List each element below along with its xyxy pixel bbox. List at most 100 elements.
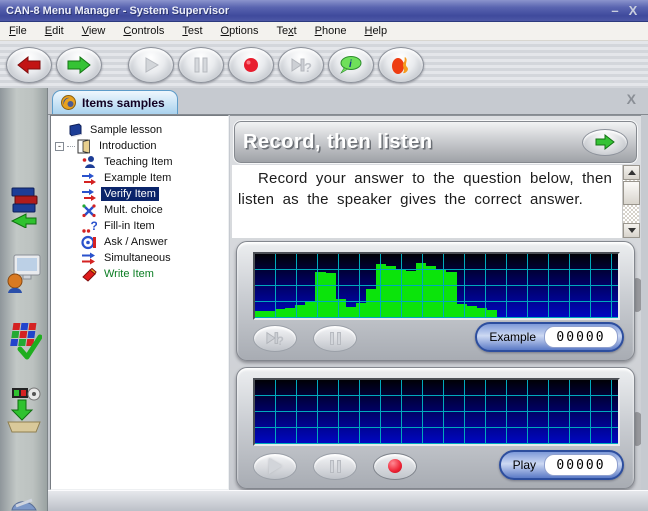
next-item-button[interactable] bbox=[582, 128, 628, 156]
workstation-icon[interactable] bbox=[6, 251, 42, 293]
title-bar: CAN-8 Menu Manager - System Supervisor –… bbox=[0, 0, 648, 22]
pause-icon bbox=[329, 331, 341, 345]
play-label: Play bbox=[512, 458, 536, 472]
ask-answer-icon bbox=[81, 235, 96, 249]
tree-item-sample-lesson[interactable]: Sample lesson bbox=[51, 122, 228, 138]
example-counter: Example 00000 bbox=[475, 322, 624, 352]
pause-icon bbox=[194, 57, 208, 72]
student-waveform-bars bbox=[255, 380, 618, 444]
lesson-books-icon[interactable] bbox=[6, 184, 42, 229]
menu-options[interactable]: Options bbox=[212, 23, 268, 39]
skip-question-button-toolbar: ? bbox=[278, 46, 324, 83]
svg-text:?: ? bbox=[277, 335, 284, 347]
skip-question-icon: ? bbox=[266, 331, 284, 347]
tree-item-introduction[interactable]: - Introduction bbox=[51, 138, 228, 154]
record-button-toolbar[interactable] bbox=[228, 46, 274, 83]
inner-close-button[interactable]: X bbox=[627, 91, 636, 107]
menu-file[interactable]: File bbox=[0, 23, 36, 39]
content-body: Sample lesson - Introduction Teaching It… bbox=[48, 114, 648, 511]
instruction-text: Record your answer to the question below… bbox=[238, 170, 613, 209]
item-header: Record, then listen bbox=[233, 120, 638, 164]
blue-red-arrows-icon bbox=[82, 188, 96, 201]
teaching-person-icon bbox=[82, 155, 95, 168]
example-waveform-display bbox=[253, 252, 620, 320]
student-waveform-display bbox=[253, 378, 620, 446]
sound-flame-icon bbox=[392, 56, 408, 74]
eraser-icon bbox=[82, 267, 97, 282]
sound-button[interactable] bbox=[378, 46, 424, 83]
student-pause-button bbox=[313, 452, 357, 480]
svg-text:?: ? bbox=[91, 219, 98, 233]
play-counter: Play 00000 bbox=[498, 450, 624, 480]
text-scrollbar[interactable] bbox=[622, 165, 640, 238]
info-button[interactable]: i bbox=[328, 46, 374, 83]
menu-view[interactable]: View bbox=[73, 23, 115, 39]
planner-grid-icon[interactable] bbox=[6, 319, 43, 360]
book-icon bbox=[69, 122, 82, 137]
menu-edit[interactable]: Edit bbox=[36, 23, 73, 39]
window-title: CAN-8 Menu Manager - System Supervisor bbox=[6, 4, 230, 17]
left-sidebar bbox=[0, 88, 48, 511]
item-title: Record, then listen bbox=[243, 130, 433, 153]
lesson-tree: Sample lesson - Introduction Teaching It… bbox=[50, 115, 229, 490]
main-toolbar: ? i bbox=[0, 41, 648, 88]
down-arrow-icon bbox=[627, 228, 636, 233]
tree-item-fill-in[interactable]: ? Fill-in Item bbox=[51, 218, 228, 234]
tree-item-teaching[interactable]: Teaching Item bbox=[51, 154, 228, 170]
tree-item-example[interactable]: Example Item bbox=[51, 170, 228, 186]
app-window: CAN-8 Menu Manager - System Supervisor –… bbox=[0, 0, 648, 511]
tool-partial-icon[interactable] bbox=[6, 476, 42, 511]
info-bubble-icon: i bbox=[340, 55, 362, 74]
tab-label: Items samples bbox=[82, 95, 165, 110]
minimize-button[interactable]: – bbox=[606, 3, 624, 18]
skip-question-icon: ? bbox=[291, 57, 312, 75]
close-button[interactable]: X bbox=[624, 3, 642, 18]
tab-items-samples[interactable]: Items samples bbox=[52, 90, 178, 114]
student-record-button[interactable] bbox=[373, 452, 417, 480]
example-player-panel: ? Example 00000 bbox=[236, 241, 635, 361]
green-right-arrow-icon bbox=[595, 134, 615, 150]
tree-item-simultaneous[interactable]: Simultaneous bbox=[51, 250, 228, 266]
tree-item-ask-answer[interactable]: Ask / Answer bbox=[51, 234, 228, 250]
play-button-toolbar bbox=[128, 46, 174, 83]
globe-icon bbox=[61, 95, 76, 110]
menu-test[interactable]: Test bbox=[173, 23, 211, 39]
lesson-panel: Record, then listen Record your answer t… bbox=[230, 115, 641, 490]
blue-red-arrows-icon bbox=[82, 172, 96, 185]
multi-dots-icon bbox=[82, 203, 96, 217]
forward-button[interactable] bbox=[56, 46, 102, 83]
example-waveform-bars bbox=[255, 254, 618, 318]
record-icon bbox=[388, 459, 402, 473]
back-button[interactable] bbox=[6, 46, 52, 83]
tree-item-verify[interactable]: Verify Item bbox=[51, 186, 228, 202]
play-icon bbox=[268, 458, 282, 474]
tree-item-mult-choice[interactable]: Mult. choice bbox=[51, 202, 228, 218]
scroll-down-button[interactable] bbox=[623, 223, 640, 238]
menu-help[interactable]: Help bbox=[355, 23, 396, 39]
bottom-strip bbox=[48, 490, 648, 511]
student-recorder-panel: Play 00000 bbox=[236, 367, 635, 489]
play-icon bbox=[145, 56, 159, 73]
items-samples-window: Items samples X Sample lesson - Introduc… bbox=[48, 88, 648, 511]
back-red-arrow-icon bbox=[17, 55, 41, 74]
tree-item-write[interactable]: Write Item bbox=[51, 266, 228, 282]
menu-text[interactable]: Text bbox=[267, 23, 305, 39]
svg-text:i: i bbox=[349, 59, 352, 70]
example-pause-button bbox=[313, 324, 357, 352]
forward-green-arrow-icon bbox=[67, 55, 91, 74]
example-counter-value: 00000 bbox=[544, 326, 618, 348]
media-import-icon[interactable] bbox=[6, 386, 42, 433]
scroll-up-button[interactable] bbox=[623, 165, 640, 180]
dots-question-icon: ? bbox=[82, 219, 98, 233]
menu-bar: File Edit View Controls Test Options Tex… bbox=[0, 22, 648, 41]
svg-text:?: ? bbox=[304, 60, 312, 75]
menu-controls[interactable]: Controls bbox=[114, 23, 173, 39]
menu-phone[interactable]: Phone bbox=[306, 23, 356, 39]
collapse-expander[interactable]: - bbox=[55, 141, 64, 151]
scroll-thumb[interactable] bbox=[623, 181, 640, 205]
double-arrows-icon bbox=[82, 252, 95, 264]
play-counter-value: 00000 bbox=[544, 454, 618, 476]
student-play-button bbox=[253, 452, 297, 480]
open-door-icon bbox=[77, 138, 90, 154]
pause-button-toolbar bbox=[178, 46, 224, 83]
